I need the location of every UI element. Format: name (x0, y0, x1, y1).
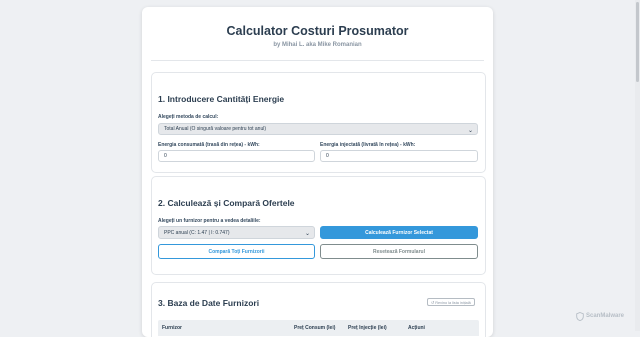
consumed-energy-input[interactable]: 0 (158, 150, 315, 162)
column-header-consumption-price[interactable]: Preț Consum (lei) (294, 325, 335, 331)
injected-label: Energia injectată (livrată în rețea) - k… (320, 142, 416, 148)
method-select-value: Total Anual (O singură valoare pentru to… (164, 126, 267, 132)
revert-list-button[interactable]: ↺ Revino la lista inițială (427, 298, 475, 306)
watermark-text: ScanMalware (586, 313, 625, 319)
column-header-supplier[interactable]: Furnizor (162, 325, 182, 331)
section-2-title: 2. Calculează și Compară Ofertele (158, 198, 295, 208)
supplier-table-header: Furnizor Preț Consum (lei) Preț Injecție… (158, 320, 479, 336)
supplier-label: Alegeți un furnizor pentru a vedea detal… (158, 218, 261, 224)
watermark: ScanMalware (576, 310, 636, 322)
shield-icon (576, 311, 584, 321)
method-label: Alegeți metoda de calcul: (158, 114, 219, 120)
reset-form-button[interactable]: Resetează Formularul (320, 244, 478, 259)
method-select[interactable]: Total Anual (O singură valoare pentru to… (158, 123, 478, 135)
chevron-down-icon: ⌄ (304, 231, 310, 237)
app-container: Calculator Costuri Prosumator by Mihai L… (142, 7, 493, 337)
section-1-title: 1. Introducere Cantități Energie (158, 94, 285, 104)
injected-energy-input[interactable]: 0 (320, 150, 478, 162)
scrollbar-thumb[interactable] (636, 2, 639, 82)
supplier-select[interactable]: PPC anual (C: 1.47 | I: 0.747) ⌄ (158, 226, 315, 239)
section-energy-input: 1. Introducere Cantități Energie Alegeți… (151, 72, 486, 173)
page-subtitle: by Mihai L. aka Mike Romanian (273, 42, 362, 48)
calculate-selected-button[interactable]: Calculează Furnizor Selectat (320, 226, 478, 239)
section-calculate-compare: 2. Calculează și Compară Ofertele Alegeț… (151, 176, 486, 275)
compare-all-button[interactable]: Compară Toți Furnizorii (158, 244, 315, 259)
column-header-injection-price[interactable]: Preț Injecție (lei) (348, 325, 387, 331)
header-divider (151, 60, 484, 61)
supplier-select-value: PPC anual (C: 1.47 | I: 0.747) (164, 229, 230, 236)
column-header-actions: Acțiuni (408, 325, 425, 331)
section-supplier-database: 3. Baza de Date Furnizori ↺ Revino la li… (151, 282, 486, 337)
consumed-label: Energia consumată (trasă din rețea) - kW… (158, 142, 260, 148)
page-scrollbar[interactable] (635, 0, 640, 331)
chevron-down-icon: ⌄ (467, 128, 473, 134)
section-3-title: 3. Baza de Date Furnizori (158, 298, 260, 308)
page-title: Calculator Costuri Prosumator (226, 24, 409, 38)
